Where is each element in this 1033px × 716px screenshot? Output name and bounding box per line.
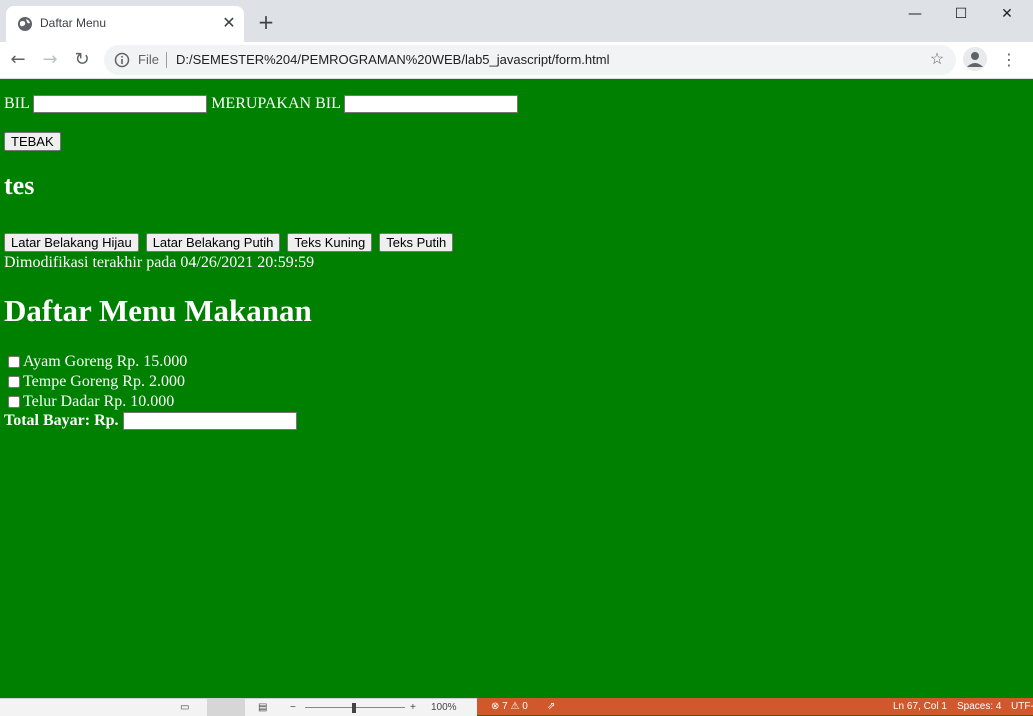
address-divider: [166, 52, 167, 68]
bil-form-row: BIL MERUPAKAN BIL: [4, 95, 519, 114]
page-content: BIL MERUPAKAN BIL TEBAK tes Latar Belaka…: [0, 79, 1033, 698]
total-input[interactable]: [122, 412, 297, 431]
browser-toolbar: ← → ↻ File D:/SEMESTER%204/PEMROGRAMAN%2…: [0, 42, 1033, 79]
new-tab-icon[interactable]: +: [256, 12, 276, 32]
error-icon: ⊗: [491, 701, 500, 712]
url-text[interactable]: D:/SEMESTER%204/PEMROGRAMAN%20WEB/lab5_j…: [176, 52, 609, 67]
menu-item-label: Tempe Goreng Rp. 2.000: [23, 373, 185, 390]
cursor-position[interactable]: Ln 67, Col 1: [893, 701, 947, 712]
minimize-icon[interactable]: —: [903, 4, 927, 24]
menu-heading-row: Daftar Menu Makanan: [4, 293, 312, 335]
close-tab-icon[interactable]: ✕: [220, 15, 238, 33]
live-share-icon[interactable]: ⇗: [547, 701, 555, 712]
word-status-bar: ▭ ▤ − + 100%: [0, 698, 477, 716]
vscode-status-bar: ⊗ 7 ⚠ 0 ⇗ Ln 67, Col 1 Spaces: 4 UTF-: [477, 698, 1033, 715]
zoom-level[interactable]: 100%: [431, 702, 457, 713]
menu-item-checkbox[interactable]: [8, 356, 20, 369]
bookmark-star-icon[interactable]: ☆: [928, 51, 946, 69]
menu-item-label: Ayam Goreng Rp. 15.000: [23, 353, 188, 370]
profile-icon[interactable]: [963, 47, 987, 71]
warning-count: 0: [522, 701, 528, 712]
tes-heading: tes: [4, 171, 35, 200]
menu-item-checkbox[interactable]: [8, 376, 20, 389]
tebak-row: TEBAK: [4, 132, 64, 151]
menu-item-label: Telur Dadar Rp. 10.000: [23, 393, 175, 410]
menu-item: Telur Dadar Rp. 10.000: [8, 392, 174, 412]
menu-item-checkbox[interactable]: [8, 396, 20, 409]
kebab-menu-icon[interactable]: ⋮: [1001, 48, 1017, 72]
menu-item: Ayam Goreng Rp. 15.000: [8, 352, 187, 372]
menu-item: Tempe Goreng Rp. 2.000: [8, 372, 185, 392]
total-label: Total Bayar: Rp.: [4, 412, 119, 429]
color-buttons-row: Latar Belakang Hijau Latar Belakang Puti…: [4, 233, 456, 252]
zoom-in-icon[interactable]: +: [410, 702, 416, 713]
maximize-icon[interactable]: ☐: [949, 4, 973, 24]
info-icon[interactable]: [114, 52, 130, 68]
green-background-button[interactable]: Latar Belakang Hijau: [4, 233, 139, 252]
encoding[interactable]: UTF-: [1011, 701, 1033, 712]
tab-title: Daftar Menu: [40, 16, 107, 30]
site-label: File: [138, 52, 159, 67]
browser-tab[interactable]: Daftar Menu ✕: [6, 6, 244, 42]
total-row: Total Bayar: Rp.: [4, 412, 297, 431]
modified-text: Dimodifikasi terakhir pada 04/26/2021 20…: [4, 254, 315, 271]
zoom-out-icon[interactable]: −: [290, 702, 296, 713]
address-bar[interactable]: File D:/SEMESTER%204/PEMROGRAMAN%20WEB/l…: [104, 45, 956, 75]
forward-arrow-icon[interactable]: →: [38, 48, 62, 72]
tab-bar: Daftar Menu ✕ + — ☐ ✕: [0, 0, 1033, 42]
bil-input[interactable]: [33, 95, 208, 114]
indentation[interactable]: Spaces: 4: [957, 701, 1001, 712]
tebak-button[interactable]: TEBAK: [4, 132, 61, 151]
white-background-button[interactable]: Latar Belakang Putih: [145, 233, 281, 252]
menu-title: Daftar Menu Makanan: [4, 293, 312, 328]
reload-icon[interactable]: ↻: [70, 48, 94, 72]
error-count: 7: [502, 701, 508, 712]
web-layout-icon[interactable]: ▤: [258, 702, 267, 713]
zoom-slider-thumb[interactable]: [352, 703, 356, 713]
bil-label: BIL: [4, 95, 30, 112]
print-layout-icon[interactable]: [207, 699, 245, 716]
read-mode-icon[interactable]: ▭: [180, 702, 189, 713]
globe-icon: [18, 17, 32, 31]
result-input[interactable]: [344, 95, 519, 114]
problems-indicator[interactable]: ⊗ 7 ⚠ 0: [491, 701, 528, 712]
white-text-button[interactable]: Teks Putih: [379, 233, 454, 252]
back-arrow-icon[interactable]: ←: [6, 48, 30, 72]
close-window-icon[interactable]: ✕: [995, 4, 1019, 24]
merupakan-label: MERUPAKAN BIL: [211, 95, 341, 112]
warning-icon: ⚠: [510, 701, 520, 712]
yellow-text-button[interactable]: Teks Kuning: [287, 233, 373, 252]
tes-heading-row: tes: [4, 173, 34, 199]
